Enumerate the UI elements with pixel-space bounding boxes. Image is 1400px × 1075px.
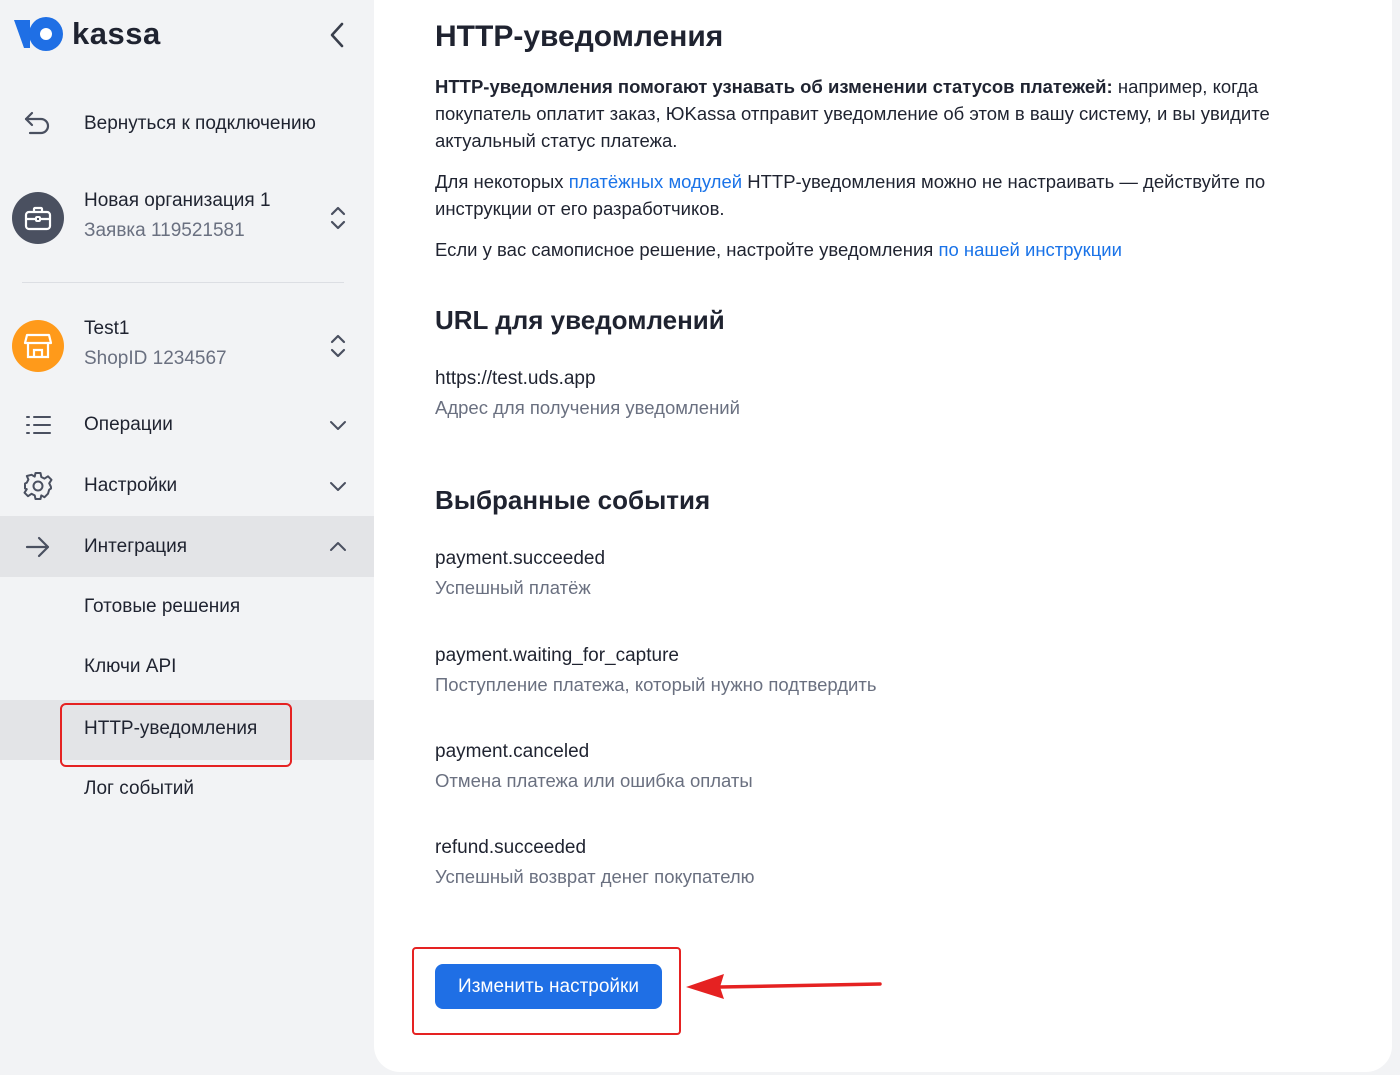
org-name: Новая организация 1 <box>84 190 271 211</box>
chevron-up-icon <box>326 535 350 559</box>
collapse-sidebar-button[interactable] <box>322 20 352 50</box>
event-name: refund.succeeded <box>435 837 587 858</box>
sidebar-subitem-event-log[interactable]: Лог событий <box>0 760 374 820</box>
chevron-left-icon <box>330 22 344 48</box>
list-icon <box>20 407 56 443</box>
chevron-updown-icon <box>326 206 350 230</box>
notification-url: https://test.uds.app Адрес для получения… <box>435 368 740 419</box>
briefcase-icon <box>12 192 64 244</box>
sidebar-subitem-label: Ключи API <box>84 656 177 677</box>
page-title: HTTP-уведомления <box>435 20 724 53</box>
chevron-down-icon <box>326 413 350 437</box>
org-subtitle: Заявка 119521581 <box>84 220 245 241</box>
store-icon <box>12 320 64 372</box>
sidebar-divider <box>22 282 344 283</box>
sidebar-item-label: Интеграция <box>84 535 188 557</box>
event-item: payment.canceled Отмена платежа или ошиб… <box>435 741 753 792</box>
main-content-card: HTTP-уведомления HTTP-уведомления помога… <box>374 0 1392 1072</box>
event-name: payment.canceled <box>435 741 590 762</box>
back-to-connection-link[interactable]: Вернуться к подключению <box>0 100 374 148</box>
modules-paragraph: Для некоторых платёжных модулей HTTP-уве… <box>435 168 1315 222</box>
shop-switcher[interactable]: Test1 ShopID 1234567 <box>0 308 374 384</box>
edit-settings-button[interactable]: Изменить настройки <box>435 964 662 1009</box>
event-description: Отмена платежа или ошибка оплаты <box>435 770 753 791</box>
modules-text-before: Для некоторых <box>435 171 569 192</box>
chevron-down-icon <box>326 474 350 498</box>
events-section-title: Выбранные события <box>435 485 711 515</box>
sidebar-subitem-api-keys[interactable]: Ключи API <box>0 638 374 698</box>
event-name: payment.succeeded <box>435 548 606 569</box>
intro-paragraph: HTTP-уведомления помогают узнавать об из… <box>435 73 1315 154</box>
logo-mark-icon <box>12 14 64 54</box>
event-description: Успешный платёж <box>435 577 591 598</box>
back-label: Вернуться к подключению <box>84 113 316 134</box>
sidebar-item-settings[interactable]: Настройки <box>0 458 374 514</box>
annotation-arrow-icon <box>686 974 882 999</box>
sidebar-subitem-label: Лог событий <box>84 778 194 799</box>
instructions-link[interactable]: по нашей инструкции <box>938 239 1122 260</box>
chevron-updown-icon <box>326 334 350 358</box>
url-value: https://test.uds.app <box>435 368 596 389</box>
payment-modules-link[interactable]: платёжных модулей <box>569 171 742 192</box>
sidebar-subitem-label: Готовые решения <box>84 596 241 617</box>
event-description: Поступление платежа, который нужно подтв… <box>435 674 877 695</box>
event-item: refund.succeeded Успешный возврат денег … <box>435 837 755 888</box>
sidebar-item-integration[interactable]: Интеграция <box>0 516 374 577</box>
url-caption: Адрес для получения уведомлений <box>435 397 740 418</box>
custom-solution-paragraph: Если у вас самописное решение, настройте… <box>435 236 1315 263</box>
sidebar-item-operations[interactable]: Операции <box>0 398 374 452</box>
undo-arrow-icon <box>20 106 56 142</box>
sidebar: kassa Вернуться к подключению Новая орга… <box>0 0 374 1075</box>
organization-switcher[interactable]: Новая организация 1 Заявка 119521581 <box>0 180 374 256</box>
event-description: Успешный возврат денег покупателю <box>435 866 755 887</box>
sidebar-item-label: Операции <box>84 414 173 435</box>
sidebar-subitem-http-notifications[interactable]: HTTP-уведомления <box>0 700 374 760</box>
shop-subtitle: ShopID 1234567 <box>84 348 227 369</box>
event-item: payment.succeeded Успешный платёж <box>435 548 605 599</box>
event-item: payment.waiting_for_capture Поступление … <box>435 645 877 696</box>
sidebar-subitem-ready-solutions[interactable]: Готовые решения <box>0 578 374 638</box>
event-name: payment.waiting_for_capture <box>435 645 679 666</box>
arrow-right-icon <box>20 529 56 565</box>
url-section-title: URL для уведомлений <box>435 305 725 335</box>
sidebar-item-label: Настройки <box>84 475 178 496</box>
gear-icon <box>20 468 56 504</box>
shop-name: Test1 <box>84 318 130 339</box>
custom-text-before: Если у вас самописное решение, настройте… <box>435 239 939 260</box>
sidebar-subitem-label: HTTP-уведомления <box>84 718 258 739</box>
intro-bold-text: HTTP-уведомления помогают узнавать об из… <box>435 76 1113 97</box>
logo-text: kassa <box>72 16 161 51</box>
yookassa-logo[interactable]: kassa <box>12 14 161 54</box>
